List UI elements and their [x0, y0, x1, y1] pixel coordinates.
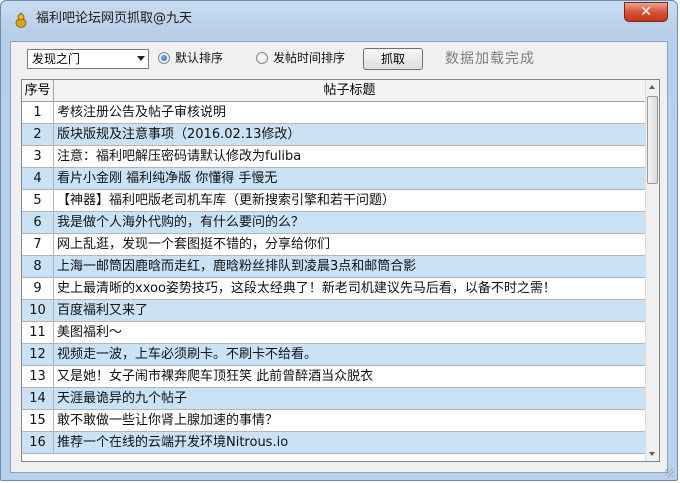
- table-row[interactable]: 14 天涯最诡异的九个帖子: [22, 388, 646, 410]
- table-body: 1 考核注册公告及帖子审核说明 2 版块版规及注意事项（2016.02.13修改） 3 注…: [22, 102, 646, 454]
- table-row[interactable]: 13 又是她！女子闹市裸奔爬车顶狂笑 此前曾醉酒当众脱衣: [22, 366, 646, 388]
- row-index: 10: [22, 300, 54, 322]
- table-row[interactable]: 11 美图福利～: [22, 322, 646, 344]
- app-window: 福利吧论坛网页抓取@九天 ✕ 发现之门 默认排序 发帖时间排序 抓取 数据加载完…: [0, 0, 678, 481]
- window-title: 福利吧论坛网页抓取@九天: [36, 11, 193, 26]
- table-row[interactable]: 8 上海一邮筒因鹿晗而走红，鹿晗粉丝排队到凌晨3点和邮筒合影: [22, 256, 646, 278]
- gourd-icon: [15, 12, 27, 28]
- table-row[interactable]: 1 考核注册公告及帖子审核说明: [22, 102, 646, 124]
- table-row[interactable]: 12 视频走一波，上车必须刷卡。不刷卡不给看。: [22, 344, 646, 366]
- fetch-button[interactable]: 抓取: [363, 48, 423, 70]
- row-index: 15: [22, 410, 54, 432]
- sort-default-radio[interactable]: [158, 52, 170, 64]
- row-index: 3: [22, 146, 54, 168]
- row-title[interactable]: 又是她！女子闹市裸奔爬车顶狂笑 此前曾醉酒当众脱衣: [54, 366, 646, 388]
- row-index: 7: [22, 234, 54, 256]
- row-title[interactable]: 视频走一波，上车必须刷卡。不刷卡不给看。: [54, 344, 646, 366]
- row-title[interactable]: 我是做个人海外代购的，有什么要问的么？: [54, 212, 646, 234]
- sort-default-label[interactable]: 默认排序: [175, 51, 223, 65]
- scroll-down-icon[interactable]: [646, 447, 659, 461]
- column-header-title[interactable]: 帖子标题: [54, 80, 646, 102]
- row-index: 13: [22, 366, 54, 388]
- row-index: 16: [22, 432, 54, 454]
- row-index: 5: [22, 190, 54, 212]
- row-title[interactable]: 注意：福利吧解压密码请默认修改为fuliba: [54, 146, 646, 168]
- close-button[interactable]: ✕: [624, 2, 668, 22]
- sort-time-label[interactable]: 发帖时间排序: [273, 51, 345, 65]
- row-title[interactable]: 推荐一个在线的云端开发环境Nitrous.io: [54, 432, 646, 454]
- row-title[interactable]: 敢不敢做一些让你肾上腺加速的事情？: [54, 410, 646, 432]
- status-text: 数据加载完成: [445, 51, 535, 67]
- table-header: 序号 帖子标题: [22, 80, 646, 102]
- row-index: 4: [22, 168, 54, 190]
- row-title[interactable]: 百度福利又来了: [54, 300, 646, 322]
- row-index: 8: [22, 256, 54, 278]
- table-row[interactable]: 6 我是做个人海外代购的，有什么要问的么？: [22, 212, 646, 234]
- table-row[interactable]: 2 版块版规及注意事项（2016.02.13修改）: [22, 124, 646, 146]
- table-row[interactable]: 4 看片小金刚 福利纯净版 你懂得 手慢无: [22, 168, 646, 190]
- row-title[interactable]: 版块版规及注意事项（2016.02.13修改）: [54, 124, 646, 146]
- row-title[interactable]: 看片小金刚 福利纯净版 你懂得 手慢无: [54, 168, 646, 190]
- forum-select[interactable]: 发现之门: [27, 49, 149, 69]
- row-index: 9: [22, 278, 54, 300]
- row-index: 11: [22, 322, 54, 344]
- row-title[interactable]: 上海一邮筒因鹿晗而走红，鹿晗粉丝排队到凌晨3点和邮筒合影: [54, 256, 646, 278]
- client-area: 发现之门 默认排序 发帖时间排序 抓取 数据加载完成 序号 帖子标题 1 考核注册…: [10, 41, 668, 473]
- row-index: 2: [22, 124, 54, 146]
- table-row[interactable]: 10 百度福利又来了: [22, 300, 646, 322]
- table-row[interactable]: 15 敢不敢做一些让你肾上腺加速的事情？: [22, 410, 646, 432]
- sort-time-radio[interactable]: [256, 52, 268, 64]
- row-index: 12: [22, 344, 54, 366]
- table-row[interactable]: 5 【神器】福利吧版老司机车库（更新搜索引擎和若干问题）: [22, 190, 646, 212]
- row-title[interactable]: 史上最清晰的xxoo姿势技巧，这段太经典了！新老司机建议先马后看，以备不时之需！: [54, 278, 646, 300]
- table-row[interactable]: 16 推荐一个在线的云端开发环境Nitrous.io: [22, 432, 646, 454]
- row-index: 6: [22, 212, 54, 234]
- row-title[interactable]: 网上乱逛，发现一个套图挺不错的，分享给你们: [54, 234, 646, 256]
- vertical-scrollbar[interactable]: [645, 80, 659, 461]
- resize-grip-icon[interactable]: [665, 468, 674, 477]
- column-header-index[interactable]: 序号: [22, 80, 54, 102]
- scrollbar-thumb[interactable]: [647, 96, 658, 184]
- scroll-up-icon[interactable]: [646, 80, 659, 94]
- table-row[interactable]: 3 注意：福利吧解压密码请默认修改为fuliba: [22, 146, 646, 168]
- table-row[interactable]: 9 史上最清晰的xxoo姿势技巧，这段太经典了！新老司机建议先马后看，以备不时之需…: [22, 278, 646, 300]
- title-bar[interactable]: 福利吧论坛网页抓取@九天 ✕: [1, 1, 677, 35]
- forum-select-value: 发现之门: [32, 52, 81, 66]
- row-index: 14: [22, 388, 54, 410]
- row-title[interactable]: 美图福利～: [54, 322, 646, 344]
- chevron-down-icon: [137, 56, 145, 61]
- table-row[interactable]: 7 网上乱逛，发现一个套图挺不错的，分享给你们: [22, 234, 646, 256]
- row-title[interactable]: 【神器】福利吧版老司机车库（更新搜索引擎和若干问题）: [54, 190, 646, 212]
- post-table: 序号 帖子标题 1 考核注册公告及帖子审核说明 2 版块版规及注意事项（2016.02…: [21, 79, 660, 462]
- row-title[interactable]: 天涯最诡异的九个帖子: [54, 388, 646, 410]
- row-index: 1: [22, 102, 54, 124]
- row-title[interactable]: 考核注册公告及帖子审核说明: [54, 102, 646, 124]
